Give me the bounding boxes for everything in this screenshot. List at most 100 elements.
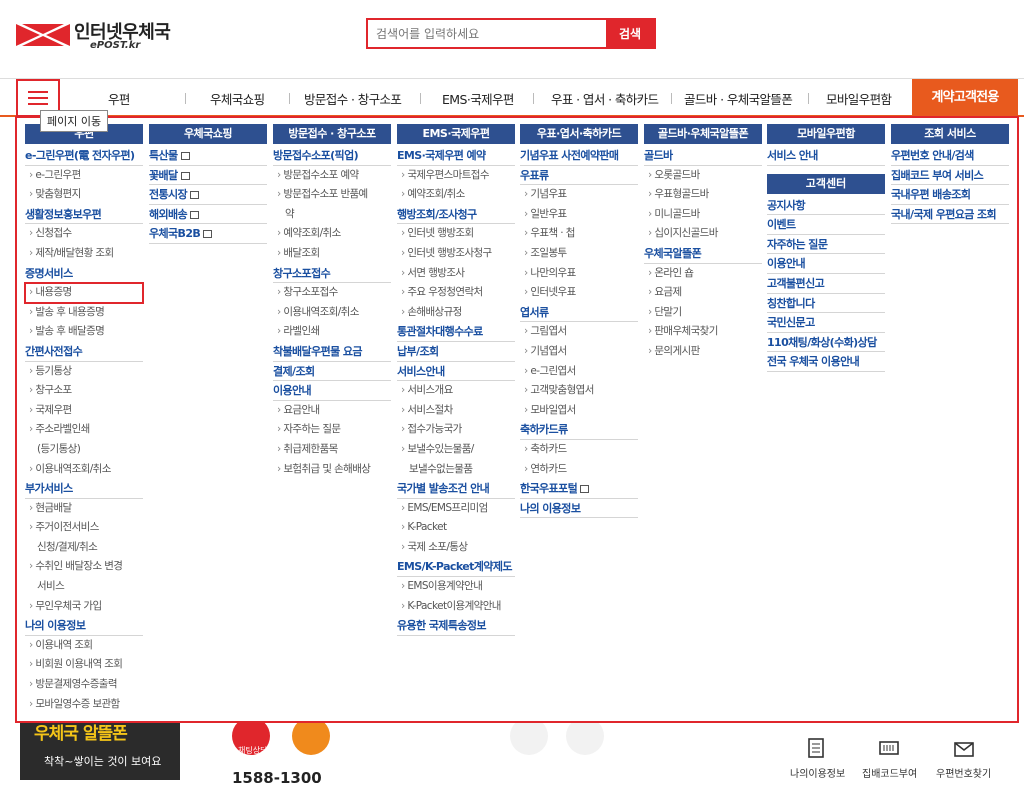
menu-item-link[interactable]: (등기통상) <box>25 440 143 460</box>
menu-item-link[interactable]: 일반우표 <box>520 205 638 225</box>
menu-item-link[interactable]: 라벨인쇄 <box>273 322 391 342</box>
menu-item-link[interactable]: 방문접수소포 반품예 <box>273 185 391 205</box>
menu-item-link[interactable]: 요금제 <box>644 283 762 303</box>
menu-section-link[interactable]: 고객불편신고 <box>767 274 885 294</box>
menu-item-link[interactable]: EMS/EMS프리미엄 <box>397 499 515 519</box>
nav-item-shopping[interactable]: 우체국쇼핑 <box>210 89 265 108</box>
menu-item-link[interactable]: 접수가능국가 <box>397 420 515 440</box>
menu-column-header[interactable]: 모바일우편함 <box>767 124 885 144</box>
menu-item-link[interactable]: 우표형골드바 <box>644 185 762 205</box>
nav-item-stamps[interactable]: 우표 · 엽서 · 축하카드 <box>551 89 659 108</box>
menu-item-link[interactable]: 축하카드 <box>520 440 638 460</box>
menu-section-link[interactable]: 해외배송 <box>149 205 267 225</box>
menu-item-link[interactable]: 신청접수 <box>25 224 143 244</box>
menu-item-link[interactable]: 연하카드 <box>520 460 638 480</box>
menu-item-link[interactable]: 기념우표 <box>520 185 638 205</box>
menu-item-link[interactable]: 문의게시판 <box>644 342 762 362</box>
menu-section-link[interactable]: 국내우편 배송조회 <box>891 185 1009 205</box>
menu-section-link[interactable]: 서비스안내 <box>397 362 515 382</box>
menu-item-link[interactable]: 인터넷 행방조회 <box>397 224 515 244</box>
menu-item-link[interactable]: 비회원 이용내역 조회 <box>25 655 143 675</box>
menu-item-link[interactable]: 서비스절차 <box>397 401 515 421</box>
menu-item-link[interactable]: 인터넷 행방조사청구 <box>397 244 515 264</box>
menu-item-link[interactable]: 조일봉투 <box>520 244 638 264</box>
menu-section-link[interactable]: 국내/국제 우편요금 조회 <box>891 205 1009 225</box>
menu-item-link[interactable]: 제작/배달현황 조회 <box>25 244 143 264</box>
menu-section-link[interactable]: 납부/조회 <box>397 342 515 362</box>
search-input[interactable] <box>368 20 608 47</box>
menu-item-link[interactable]: 창구소포접수 <box>273 283 391 303</box>
menu-section-link[interactable]: 부가서비스 <box>25 479 143 499</box>
menu-item-link[interactable]: K-Packet <box>397 518 515 538</box>
menu-column-header[interactable]: 조회 서비스 <box>891 124 1009 144</box>
menu-item-link[interactable]: 십이지신골드바 <box>644 224 762 244</box>
menu-section-link[interactable]: 간편사전접수 <box>25 342 143 362</box>
menu-section-link[interactable]: 축하카드류 <box>520 420 638 440</box>
menu-item-link[interactable]: 인터넷우표 <box>520 283 638 303</box>
menu-section-link[interactable]: 꽃배달 <box>149 166 267 186</box>
customer-center-header[interactable]: 고객센터 <box>767 173 885 194</box>
promo-banner[interactable]: 우체국 알뜰폰 착착~쌓이는 것이 보여요 <box>20 715 180 780</box>
menu-item-link[interactable]: 모바일영수증 보관함 <box>25 695 143 715</box>
menu-item-link[interactable]: 취급제한품목 <box>273 440 391 460</box>
menu-item-link[interactable]: 방문접수소포 예약 <box>273 166 391 186</box>
nav-item-ems[interactable]: EMS·국제우편 <box>442 89 514 108</box>
menu-section-link[interactable]: 창구소포접수 <box>273 264 391 284</box>
menu-section-link[interactable]: 행방조회/조사청구 <box>397 205 515 225</box>
menu-item-link[interactable]: EMS이용계약안내 <box>397 577 515 597</box>
menu-item-link[interactable]: 발송 후 내용증명 <box>25 303 143 323</box>
menu-item-link[interactable]: 온라인 숍 <box>644 264 762 284</box>
menu-item-link[interactable]: 예약조회/취소 <box>273 224 391 244</box>
menu-item-link[interactable]: 오롯골드바 <box>644 166 762 186</box>
quick-link-my-usage[interactable]: 나의이용정보 <box>790 765 845 780</box>
menu-item-link[interactable]: 예약조회/취소 <box>397 185 515 205</box>
menu-item-link[interactable]: 주소라벨인쇄 <box>25 420 143 440</box>
menu-section-link[interactable]: 통관절차대행수수료 <box>397 322 515 342</box>
menu-column-header[interactable]: EMS·국제우편 <box>397 124 515 144</box>
menu-item-link[interactable]: 배달조회 <box>273 244 391 264</box>
menu-item-link[interactable]: 방문결제영수증출력 <box>25 675 143 695</box>
menu-item-link[interactable]: 이용내역조회/취소 <box>25 460 143 480</box>
nav-item-visit-pickup[interactable]: 방문접수 · 창구소포 <box>304 89 402 108</box>
menu-item-link[interactable]: 발송 후 배달증명 <box>25 322 143 342</box>
menu-item-link[interactable]: 수취인 배달장소 변경 <box>25 557 143 577</box>
menu-item-link[interactable]: 내용증명 <box>24 282 144 304</box>
menu-item-link[interactable]: 국제우편스마트접수 <box>397 166 515 186</box>
menu-section-link[interactable]: 엽서류 <box>520 303 638 323</box>
menu-item-link[interactable]: 국제우편 <box>25 401 143 421</box>
menu-item-link[interactable]: 모바일엽서 <box>520 401 638 421</box>
menu-item-link[interactable]: 주거이전서비스 <box>25 518 143 538</box>
menu-item-link[interactable]: 판매우체국찾기 <box>644 322 762 342</box>
menu-item-link[interactable]: 맞춤형편지 <box>25 185 143 205</box>
menu-item-link[interactable]: 나만의우표 <box>520 264 638 284</box>
menu-item-link[interactable]: 우표책 · 첩 <box>520 224 638 244</box>
epost-logo[interactable]: 인터넷우체국 ePOST.kr <box>16 18 216 58</box>
menu-item-link[interactable]: 이용내역조회/취소 <box>273 303 391 323</box>
menu-item-link[interactable]: 무인우체국 가입 <box>25 597 143 617</box>
menu-section-link[interactable]: 특산물 <box>149 146 267 166</box>
menu-section-link[interactable]: 이용안내 <box>767 254 885 274</box>
menu-section-link[interactable]: 칭찬합니다 <box>767 294 885 314</box>
menu-section-link[interactable]: 공지사항 <box>767 196 885 216</box>
menu-item-link[interactable]: 보낼수없는물품 <box>397 460 515 480</box>
menu-item-link[interactable]: 서비스개요 <box>397 381 515 401</box>
menu-section-link[interactable]: 기념우표 사전예약판매 <box>520 146 638 166</box>
search-button[interactable]: 검색 <box>606 20 654 47</box>
menu-item-link[interactable]: e-그린우편 <box>25 166 143 186</box>
menu-item-link[interactable]: K-Packet이용계약안내 <box>397 597 515 617</box>
menu-item-link[interactable]: 손해배상규정 <box>397 303 515 323</box>
menu-column-header[interactable]: 우체국쇼핑 <box>149 124 267 144</box>
nav-item-mail[interactable]: 우편 <box>108 89 130 108</box>
menu-item-link[interactable]: 미니골드바 <box>644 205 762 225</box>
menu-item-link[interactable]: 보낼수있는물품/ <box>397 440 515 460</box>
menu-section-link[interactable]: 전통시장 <box>149 185 267 205</box>
menu-item-link[interactable]: 신청/결제/취소 <box>25 538 143 558</box>
menu-section-link[interactable]: e-그린우편(電 전자우편) <box>25 146 143 166</box>
menu-item-link[interactable]: 서비스 <box>25 577 143 597</box>
menu-item-link[interactable]: 약 <box>273 205 391 225</box>
menu-section-link[interactable]: 우체국알뜰폰 <box>644 244 762 264</box>
menu-item-link[interactable]: 서면 행방조사 <box>397 264 515 284</box>
menu-section-link[interactable]: 이용안내 <box>273 381 391 401</box>
menu-section-link[interactable]: 국가별 발송조건 안내 <box>397 479 515 499</box>
quick-link-barcode[interactable]: 집배코드부여 <box>862 765 917 780</box>
